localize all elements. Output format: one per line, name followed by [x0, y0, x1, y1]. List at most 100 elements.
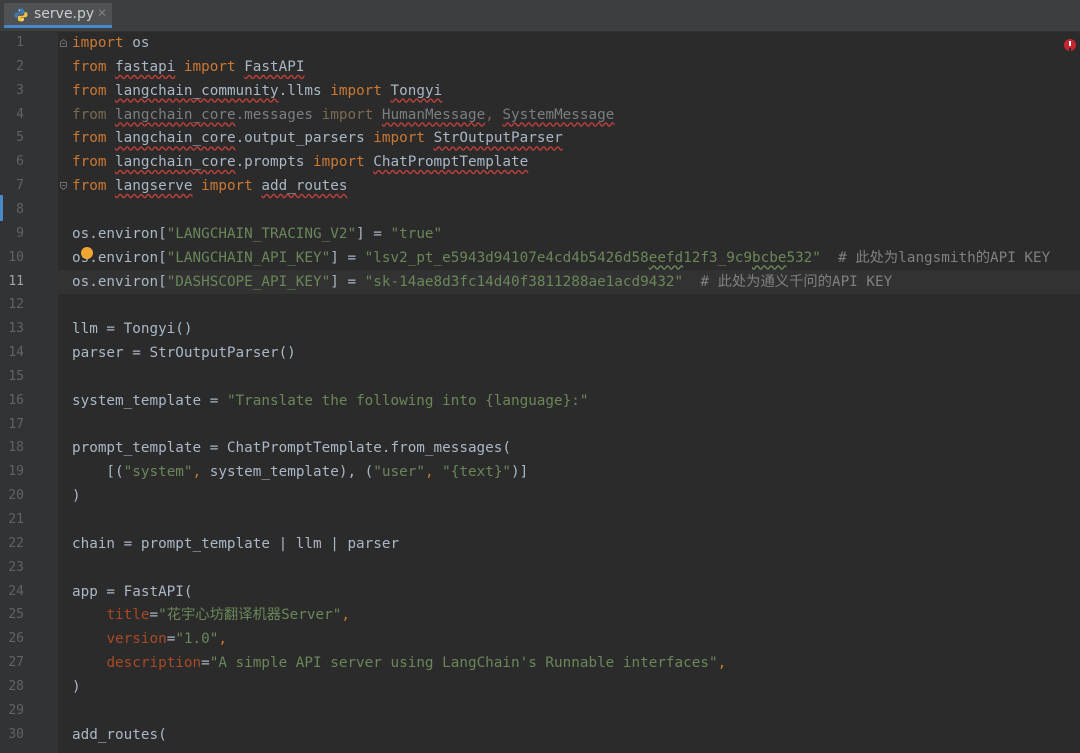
line-number: 22 [8, 535, 24, 551]
tab-filename: serve.py [34, 6, 95, 22]
code-token: "DASHSCOPE_API_KEY" [166, 273, 331, 290]
code-line[interactable]: app = FastAPI( [72, 580, 193, 604]
python-file-icon [14, 8, 28, 22]
line-number: 6 [16, 154, 24, 170]
code-token: .output_parsers [235, 130, 374, 147]
code-line[interactable]: import os [72, 31, 149, 55]
code-token: add_routes( [72, 726, 167, 743]
code-line[interactable]: [("system", system_template), ("user", "… [72, 460, 528, 484]
code-editor-window: serve.py ✕ 1 2 3 4 5 6 7 8 9 10 11 12 13 14 15 16 17 18 19… [0, 0, 1080, 753]
code-token: ] = [356, 225, 391, 242]
code-token: # 此处为langsmith的API KEY [820, 249, 1051, 266]
code-token: bcbe [752, 249, 787, 266]
code-token: ] = [330, 249, 365, 266]
code-token: , [717, 655, 727, 672]
tab-serve-py[interactable]: serve.py ✕ [4, 3, 112, 28]
code-token: , [424, 464, 443, 481]
code-line[interactable]: version="1.0", [72, 627, 227, 651]
code-line[interactable]: ) [72, 484, 81, 508]
line-number: 3 [16, 82, 24, 98]
code-token: import [373, 130, 425, 147]
intention-lightbulb-icon[interactable] [81, 247, 93, 259]
code-token: ChatPromptTemplate [373, 154, 529, 171]
line-number: 9 [16, 225, 24, 241]
line-number: 14 [8, 345, 24, 361]
code-line[interactable]: from langchain_core.prompts import ChatP… [72, 150, 528, 174]
code-token: 532" [786, 249, 821, 266]
code-line[interactable]: from langchain_community.llms import Ton… [72, 79, 442, 103]
code-token: version [106, 631, 167, 648]
fold-icon[interactable] [60, 182, 67, 190]
line-number: 1 [16, 35, 24, 50]
code-token: prompt_template = ChatPromptTemplate.fro… [72, 440, 511, 457]
code-line[interactable]: from langchain_core.messages import Huma… [72, 103, 614, 127]
code-line[interactable]: system_template = "Translate the followi… [72, 389, 588, 413]
code-line[interactable]: os.environ["LANGCHAIN_API_KEY"] = "lsv2_… [72, 246, 1050, 270]
editor-tab-bar: serve.py ✕ [0, 0, 1080, 32]
code-token: langchain_core [115, 130, 236, 147]
line-number: 19 [8, 464, 24, 480]
code-token: , [192, 464, 210, 481]
code-token: "花宇心坊翻译机器Server" [158, 607, 342, 624]
line-number: 4 [16, 106, 24, 122]
code-token: , [485, 106, 503, 123]
code-token: system_template), ( [209, 464, 374, 481]
code-token: .messages [235, 106, 322, 123]
code-line[interactable]: ) [72, 675, 81, 699]
code-token: "system" [123, 464, 193, 481]
line-number: 28 [8, 678, 24, 694]
code-token: add_routes [261, 178, 348, 195]
code-line[interactable]: llm = Tongyi() [72, 317, 193, 341]
error-indicator-icon[interactable] [1064, 39, 1076, 51]
code-token: .llms [278, 82, 331, 99]
code-token: )] [511, 464, 529, 481]
line-number: 15 [8, 368, 24, 384]
code-line[interactable]: from langchain_core.output_parsers impor… [72, 126, 563, 150]
code-token: from [72, 58, 107, 75]
line-number: 18 [8, 440, 24, 456]
line-number: 17 [8, 416, 24, 432]
code-token: StrOutputParser [433, 130, 563, 147]
code-line[interactable]: chain = prompt_template | llm | parser [72, 532, 399, 556]
code-token: langchain_core [115, 154, 236, 171]
code-line[interactable]: os.environ["LANGCHAIN_TRACING_V2"] = "tr… [72, 222, 442, 246]
fold-icon[interactable] [60, 39, 67, 47]
code-token: [( [72, 464, 124, 481]
code-line[interactable]: parser = StrOutputParser() [72, 341, 296, 365]
line-number: 10 [8, 249, 24, 265]
code-line[interactable]: from fastapi import FastAPI [72, 55, 304, 79]
code-token: , [341, 607, 350, 624]
code-token: "user" [373, 464, 425, 481]
code-line[interactable]: from langserve import add_routes [72, 174, 347, 198]
code-token: "LANGCHAIN_API_KEY" [166, 249, 331, 266]
code-token: "1.0" [175, 631, 219, 648]
code-token: os.environ[ [72, 225, 167, 242]
code-line[interactable]: title="花宇心坊翻译机器Server", [72, 603, 350, 627]
code-token: import [183, 58, 236, 75]
code-token: from [72, 178, 107, 195]
close-icon[interactable]: ✕ [97, 6, 107, 20]
code-token: "Translate the following into {language}… [226, 392, 589, 409]
code-token: description [106, 655, 202, 672]
line-number: 30 [8, 726, 24, 742]
line-number: 23 [8, 559, 24, 575]
code-line[interactable]: os.environ["DASHSCOPE_API_KEY"] = "sk-14… [72, 270, 892, 294]
code-line[interactable]: add_routes( [72, 723, 167, 747]
code-token: langchain_core [115, 106, 236, 123]
code-token: ) [72, 488, 81, 505]
line-number: 13 [8, 321, 24, 337]
code-token: import [201, 178, 253, 195]
code-line[interactable]: description="A simple API server using L… [72, 651, 726, 675]
code-line[interactable]: prompt_template = ChatPromptTemplate.fro… [72, 436, 511, 460]
line-number: 2 [16, 58, 24, 74]
